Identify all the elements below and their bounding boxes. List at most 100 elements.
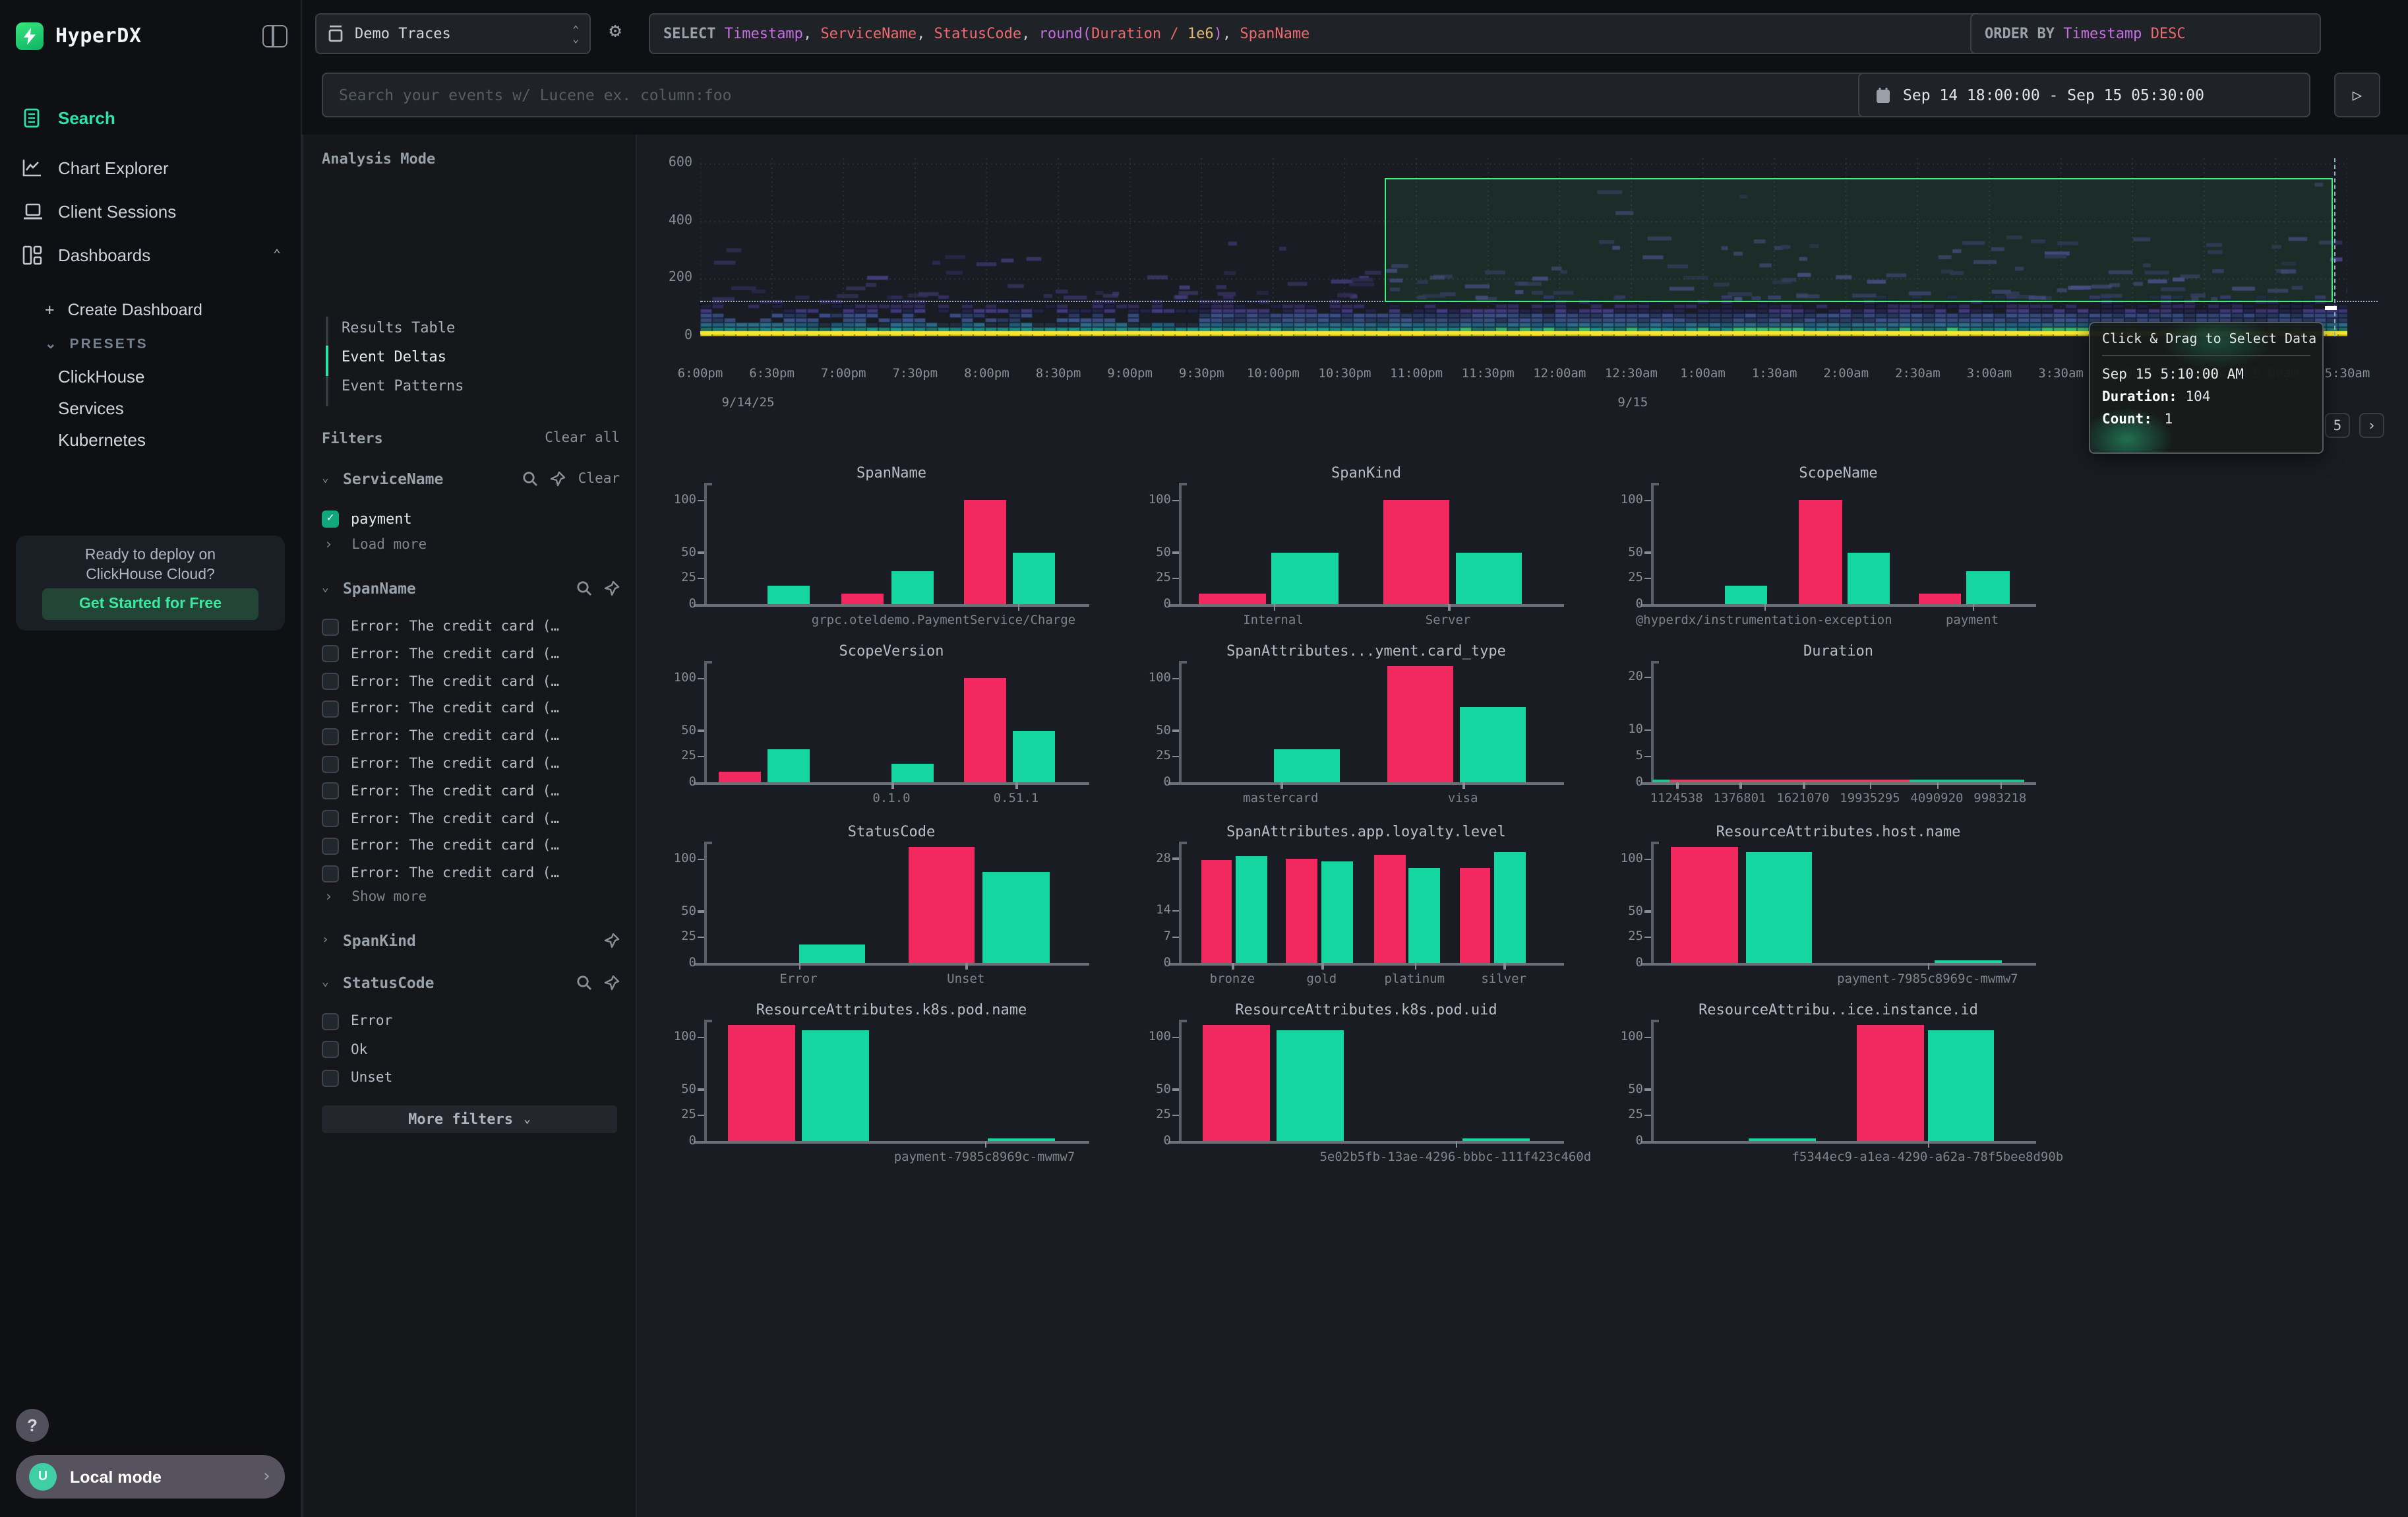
bar: [1383, 501, 1450, 604]
sql-token: round(: [1039, 25, 1092, 42]
bar-chart-scopeversion: ScopeVersion025501000.1.00.51.1: [669, 642, 1117, 817]
y-tick-label: 0: [1164, 597, 1171, 611]
sidebar-item-chart-explorer[interactable]: Chart Explorer: [0, 150, 302, 185]
filter-option-spanname-6[interactable]: Error: The credit card (…: [322, 780, 622, 803]
heatmap-selection-box[interactable]: [1385, 178, 2333, 302]
get-started-button[interactable]: Get Started for Free: [42, 588, 258, 620]
x-tick-label: 0.1.0: [872, 791, 910, 806]
filter-option-spanname-0[interactable]: Error: The credit card (…: [322, 615, 622, 638]
checkbox-icon[interactable]: [322, 728, 339, 745]
filter-option-payment[interactable]: ✓ payment: [322, 507, 622, 530]
filter-option-spanname-2[interactable]: Error: The credit card (…: [322, 669, 622, 693]
heatmap-crosshair: [2334, 158, 2335, 336]
bar: [802, 1030, 870, 1141]
pin-icon[interactable]: [551, 471, 566, 487]
analysis-mode-option-event-patterns[interactable]: Event Patterns: [342, 377, 464, 394]
checkbox-icon[interactable]: [322, 838, 339, 855]
sidebar-item-services[interactable]: Services: [0, 390, 302, 425]
sql-token: ,: [803, 25, 821, 42]
checkbox-icon[interactable]: [322, 1041, 339, 1058]
sidebar-item-client-sessions[interactable]: Client Sessions: [0, 194, 302, 228]
checkbox-icon[interactable]: [322, 865, 339, 882]
filter-option-spanname-4[interactable]: Error: The credit card (…: [322, 724, 622, 748]
search-icon[interactable]: [576, 975, 592, 991]
run-query-button[interactable]: ▷: [2334, 73, 2380, 117]
analysis-mode-option-results-table[interactable]: Results Table: [342, 319, 455, 336]
sidebar-item-kubernetes[interactable]: Kubernetes: [0, 422, 302, 456]
sidebar-item-clickhouse[interactable]: ClickHouse: [0, 359, 302, 393]
filter-group-spanname-header[interactable]: ⌄ SpanName: [322, 579, 620, 598]
bar: [1749, 1138, 1817, 1141]
checkbox-icon[interactable]: [322, 1012, 339, 1030]
order-by-input[interactable]: ORDER BY Timestamp DESC: [1970, 13, 2321, 54]
filter-option-error[interactable]: Error: [322, 1009, 622, 1033]
sidebar-item-search[interactable]: Search: [0, 100, 302, 135]
search-icon[interactable]: [523, 471, 539, 487]
more-filters-button[interactable]: More filters ⌄: [322, 1105, 617, 1133]
bar: [1799, 501, 1842, 604]
y-tick-label: 20: [1628, 669, 1643, 684]
heatmap-x-tick: 7:30pm: [892, 367, 938, 381]
filter-option-spanname-1[interactable]: Error: The credit card (…: [322, 642, 622, 666]
chart-plot: 02550100grpc.oteldemo.PaymentService/Cha…: [706, 488, 1077, 604]
filter-option-spanname-5[interactable]: Error: The credit card (…: [322, 752, 622, 776]
bar-chart-resourceattribu-ice-instance-id: ResourceAttribu..ice.instance.id02550100…: [1615, 1001, 2064, 1175]
filter-group-statuscode-header[interactable]: ⌄ StatusCode: [322, 974, 620, 992]
bar: [964, 501, 1007, 604]
checkbox-icon[interactable]: [322, 755, 339, 772]
y-tick-label: 25: [1156, 571, 1171, 586]
checkbox-icon[interactable]: [322, 810, 339, 827]
y-tick-label: 0: [1164, 1134, 1171, 1148]
source-select[interactable]: Demo Traces ⌃⌄: [315, 13, 591, 54]
filter-group-spankind-header[interactable]: › SpanKind: [322, 931, 620, 950]
local-mode-button[interactable]: U Local mode ›: [16, 1455, 285, 1499]
checkbox-icon[interactable]: [322, 1069, 339, 1086]
sidebar-item-presets[interactable]: ⌄ PRESETS: [0, 327, 302, 361]
checkbox-icon[interactable]: [322, 673, 339, 690]
sql-token: SELECT: [663, 25, 725, 42]
load-more-link[interactable]: › Load more: [324, 537, 427, 553]
checkbox-checked-icon[interactable]: ✓: [322, 510, 339, 527]
filter-option-spanname-9[interactable]: Error: The credit card (…: [322, 861, 622, 885]
sql-token: ,: [917, 25, 934, 42]
checkbox-icon[interactable]: [322, 783, 339, 800]
topbar: Demo Traces ⌃⌄ ⚙ SELECT Timestamp, Servi…: [302, 0, 2408, 135]
clear-all-link[interactable]: Clear all: [545, 430, 620, 446]
filter-option-spanname-3[interactable]: Error: The credit card (…: [322, 697, 622, 721]
time-range-picker[interactable]: Sep 14 18:00:00 - Sep 15 05:30:00: [1858, 73, 2310, 117]
filter-option-ok[interactable]: Ok: [322, 1037, 622, 1061]
filter-group-servicename-header[interactable]: ⌄ ServiceName Clear: [322, 470, 620, 488]
help-button[interactable]: ?: [16, 1409, 49, 1442]
clear-servicename-link[interactable]: Clear: [578, 471, 620, 487]
main-panel: 6004002000 6:00pm6:30pm7:00pm7:30pm8:00p…: [637, 135, 2408, 1517]
show-more-link[interactable]: › Show more: [324, 889, 427, 905]
sidebar-collapse-icon[interactable]: [262, 24, 287, 47]
filter-option-spanname-7[interactable]: Error: The credit card (…: [322, 807, 622, 830]
chevron-up-icon[interactable]: ⌃: [273, 247, 281, 262]
filter-option-spanname-8[interactable]: Error: The credit card (…: [322, 834, 622, 858]
y-tick-label: 10: [1628, 722, 1643, 737]
pin-icon[interactable]: [604, 933, 620, 948]
heatmap-tooltip: Click & Drag to Select Data Sep 15 5:10:…: [2089, 322, 2324, 454]
search-icon[interactable]: [576, 580, 592, 596]
page-next-button[interactable]: ›: [2359, 413, 2384, 438]
checkbox-icon[interactable]: [322, 618, 339, 635]
analysis-mode-option-event-deltas[interactable]: Event Deltas: [342, 348, 446, 365]
bar: [1935, 960, 2002, 963]
x-tick-label: 1376801: [1713, 791, 1766, 806]
filter-option-unset[interactable]: Unset: [322, 1066, 622, 1090]
y-tick-label: 50: [1628, 904, 1643, 918]
x-tick-label: mastercard: [1243, 791, 1318, 806]
sidebar-item-dashboards[interactable]: Dashboards ⌃: [0, 237, 302, 272]
sidebar-item-create-dashboard[interactable]: + Create Dashboard: [0, 293, 302, 327]
pin-icon[interactable]: [604, 975, 620, 991]
bar: [1277, 1030, 1344, 1141]
chart-plot: 02550100@hyperdx/instrumentation-excepti…: [1652, 488, 2024, 604]
page-number-button[interactable]: 5: [2325, 413, 2350, 438]
checkbox-icon[interactable]: [322, 646, 339, 663]
checkbox-icon[interactable]: [322, 700, 339, 718]
y-tick-label: 5: [1636, 749, 1643, 763]
x-tick-label: bronze: [1210, 972, 1255, 987]
pin-icon[interactable]: [604, 580, 620, 596]
gear-icon[interactable]: ⚙: [609, 18, 621, 42]
